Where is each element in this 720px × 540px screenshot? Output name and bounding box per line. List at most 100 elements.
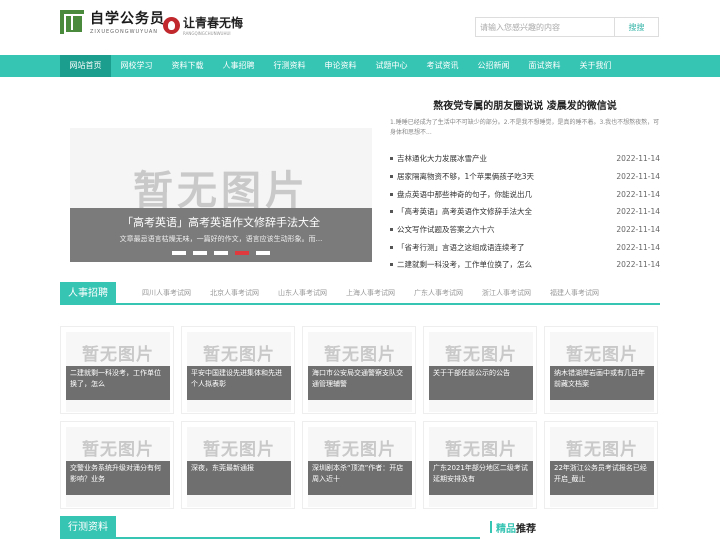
news-item[interactable]: 「省考行测」言语之这组成语连续考了 2022-11-14	[390, 238, 660, 256]
news-item[interactable]: 吉林通化大力发展冰雪产业 2022-11-14	[390, 150, 660, 168]
bullet-icon	[390, 210, 393, 214]
recruit-card[interactable]: 暂无图片 平安中国建设先进集体和先进个人拟表彰	[181, 326, 295, 414]
recruit-card[interactable]: 暂无图片 深夜，东莞最新通报	[181, 421, 295, 509]
no-image-placeholder: 暂无图片	[324, 345, 396, 365]
recruit-card[interactable]: 暂无图片 交警业务系统升级对涌分有何影响？业务	[60, 421, 174, 509]
recruit-section-header: 人事招聘 四川人事考试网 北京人事考试网 山东人事考试网 上海人事考试网 广东人事考试网…	[60, 282, 660, 305]
slider-dot[interactable]	[172, 251, 186, 255]
news-title[interactable]: 「省考行测」言语之这组成语连续考了	[397, 242, 525, 253]
card-caption[interactable]: 交警业务系统升级对涌分有何影响？业务	[66, 461, 170, 495]
card-thumbnail[interactable]: 暂无图片 22年浙江公务员考试报名已经开启_截止	[550, 427, 654, 507]
card-thumbnail[interactable]: 暂无图片 交警业务系统升级对涌分有何影响？业务	[66, 427, 170, 507]
news-title[interactable]: 吉林通化大力发展冰雪产业	[397, 153, 487, 164]
bullet-icon	[390, 192, 393, 196]
slider-dot[interactable]	[235, 251, 249, 255]
recruit-tab[interactable]: 福建人事考试网	[550, 282, 599, 305]
recommend-label: 推荐	[516, 523, 536, 535]
slogan-text: 让青春无悔	[183, 16, 244, 30]
nav-item[interactable]: 试题中心	[366, 55, 417, 77]
headline-title[interactable]: 熬夜党专属的朋友圈说说 凌晨发的微信说	[390, 97, 660, 112]
slider-title[interactable]: 「高考英语」高考英语作文修辞手法大全	[70, 214, 372, 230]
bullet-icon	[390, 245, 393, 249]
recruit-tab[interactable]: 上海人事考试网	[346, 282, 395, 305]
card-thumbnail[interactable]: 暂无图片 平安中国建设先进集体和先进个人拟表彰	[187, 332, 291, 412]
no-image-placeholder: 暂无图片	[203, 440, 275, 460]
card-caption[interactable]: 海口市公安局交通警察支队交通管理辅警	[308, 366, 412, 400]
search-box: 搜搜	[475, 17, 659, 37]
nav-item[interactable]: 考试资讯	[417, 55, 468, 77]
recruit-tab[interactable]: 四川人事考试网	[142, 282, 191, 305]
nav-item[interactable]: 公招新闻	[468, 55, 519, 77]
card-thumbnail[interactable]: 暂无图片 深夜，东莞最新通报	[187, 427, 291, 507]
recruit-card[interactable]: 暂无图片 二建就剩一科没考，工作单位换了，怎么	[60, 326, 174, 414]
featured-slider[interactable]: 暂无图片 「高考英语」高考英语作文修辞手法大全 文章最忌语言枯燥无味，一篇好的作…	[70, 128, 372, 262]
nav-item[interactable]: 申论资料	[315, 55, 366, 77]
news-item[interactable]: 「高考英语」高考英语作文修辞手法大全 2022-11-14	[390, 203, 660, 221]
news-item[interactable]: 居家隔离物资不够，1个苹果俩孩子吃3天 2022-11-14	[390, 168, 660, 186]
recruit-card[interactable]: 暂无图片 海口市公安局交通警察支队交通管理辅警	[302, 326, 416, 414]
recruit-tab[interactable]: 广东人事考试网	[414, 282, 463, 305]
card-caption[interactable]: 深夜，东莞最新通报	[187, 461, 291, 495]
recruit-section-title[interactable]: 人事招聘	[60, 282, 116, 305]
nav-item[interactable]: 资料下载	[162, 55, 213, 77]
no-image-placeholder: 暂无图片	[445, 440, 517, 460]
news-date: 2022-11-14	[616, 225, 660, 235]
recruit-card[interactable]: 暂无图片 深圳剧本杀“顶流”作者：开店周入近十	[302, 421, 416, 509]
slider-dot[interactable]	[214, 251, 228, 255]
nav-item[interactable]: 网站首页	[60, 55, 111, 77]
recruit-card[interactable]: 暂无图片 关于干部任前公示的公告	[423, 326, 537, 414]
nav-items: 网站首页 网校学习 资料下载 人事招聘 行测资料 申论资料 试题中心 考试资讯 公招新闻 面试资料…	[60, 55, 621, 77]
main-nav: 网站首页 网校学习 资料下载 人事招聘 行测资料 申论资料 试题中心 考试资讯 公招新闻 面试资料…	[0, 55, 720, 77]
slogan: 让青春无悔 RANGQINGCHUNWUHUI	[163, 14, 243, 36]
card-caption[interactable]: 纳木错湖岸岩画中或有几百年前藏文档案	[550, 366, 654, 400]
card-caption[interactable]: 平安中国建设先进集体和先进个人拟表彰	[187, 366, 291, 400]
news-title[interactable]: 盘点英语中那些神奇的句子，你能说出几	[397, 189, 532, 200]
recruit-card[interactable]: 暂无图片 22年浙江公务员考试报名已经开启_截止	[544, 421, 658, 509]
news-title[interactable]: 二建就剩一科没考，工作单位换了，怎么	[397, 259, 532, 270]
bullet-icon	[390, 263, 393, 267]
nav-item[interactable]: 网校学习	[111, 55, 162, 77]
news-title[interactable]: 居家隔离物资不够，1个苹果俩孩子吃3天	[397, 171, 534, 182]
news-date: 2022-11-14	[616, 154, 660, 164]
nav-item[interactable]: 行测资料	[264, 55, 315, 77]
nav-item[interactable]: 关于我们	[570, 55, 621, 77]
news-title[interactable]: 「高考英语」高考英语作文修辞手法大全	[397, 206, 532, 217]
card-thumbnail[interactable]: 暂无图片 海口市公安局交通警察支队交通管理辅警	[308, 332, 412, 412]
bullet-icon	[390, 175, 393, 179]
heading-accent-bar	[490, 521, 492, 533]
recruit-card[interactable]: 暂无图片 纳木错湖岸岩画中或有几百年前藏文档案	[544, 326, 658, 414]
card-thumbnail[interactable]: 暂无图片 关于干部任前公示的公告	[429, 332, 533, 412]
card-thumbnail[interactable]: 暂无图片 深圳剧本杀“顶流”作者：开店周入近十	[308, 427, 412, 507]
news-item[interactable]: 盘点英语中那些神奇的句子，你能说出几 2022-11-14	[390, 185, 660, 203]
card-caption[interactable]: 二建就剩一科没考，工作单位换了，怎么	[66, 366, 170, 400]
nav-item[interactable]: 面试资料	[519, 55, 570, 77]
card-thumbnail[interactable]: 暂无图片 广东2021年部分地区二级考试延期安排及有	[429, 427, 533, 507]
news-title[interactable]: 公文写作试题及答案之六十六	[397, 224, 495, 235]
card-caption[interactable]: 22年浙江公务员考试报名已经开启_截止	[550, 461, 654, 495]
card-thumbnail[interactable]: 暂无图片 二建就剩一科没考，工作单位换了，怎么	[66, 332, 170, 412]
no-image-placeholder: 暂无图片	[445, 345, 517, 365]
card-thumbnail[interactable]: 暂无图片 纳木错湖岸岩画中或有几百年前藏文档案	[550, 332, 654, 412]
card-caption[interactable]: 广东2021年部分地区二级考试延期安排及有	[429, 461, 533, 495]
xingce-section-title[interactable]: 行测资料	[60, 516, 116, 539]
slider-dot[interactable]	[193, 251, 207, 255]
recruit-tab[interactable]: 北京人事考试网	[210, 282, 259, 305]
nav-item[interactable]: 人事招聘	[213, 55, 264, 77]
card-caption[interactable]: 关于干部任前公示的公告	[429, 366, 533, 400]
recruit-card[interactable]: 暂无图片 广东2021年部分地区二级考试延期安排及有	[423, 421, 537, 509]
news-item[interactable]: 公文写作试题及答案之六十六 2022-11-14	[390, 221, 660, 239]
recruit-tab[interactable]: 山东人事考试网	[278, 282, 327, 305]
no-image-placeholder: 暂无图片	[324, 440, 396, 460]
site-logo[interactable]: 自学公务员 ZIXUEGONGWUYUAN	[60, 8, 165, 35]
search-input[interactable]	[476, 18, 614, 36]
slogan-subtitle: RANGQINGCHUNWUHUI	[183, 31, 231, 36]
slider-dot[interactable]	[256, 251, 270, 255]
news-item[interactable]: 二建就剩一科没考，工作单位换了，怎么 2022-11-14	[390, 256, 660, 274]
card-caption[interactable]: 深圳剧本杀“顶流”作者：开店周入近十	[308, 461, 412, 495]
news-date: 2022-11-14	[616, 172, 660, 182]
slider-dots	[70, 251, 372, 255]
recruit-tab[interactable]: 浙江人事考试网	[482, 282, 531, 305]
bullet-icon	[390, 228, 393, 232]
search-button[interactable]: 搜搜	[614, 18, 658, 36]
no-image-placeholder: 暂无图片	[82, 440, 154, 460]
